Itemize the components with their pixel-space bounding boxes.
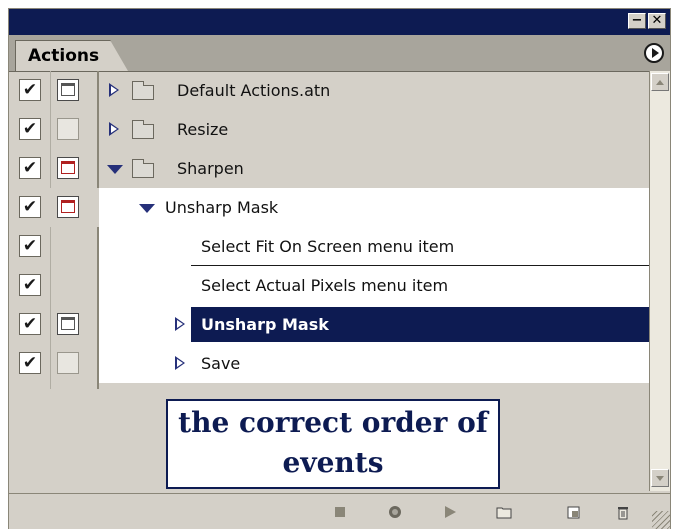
collapse-triangle-icon[interactable] (107, 165, 123, 174)
item-toggle-checkbox[interactable]: ✔ (19, 196, 41, 218)
row-content: Unsharp Mask (101, 305, 649, 344)
item-toggle-checkbox[interactable]: ✔ (19, 157, 41, 179)
panel-titlebar: − ✕ (9, 9, 670, 35)
row-content: Select Fit On Screen menu item (101, 227, 649, 266)
command-label: Unsharp Mask (201, 315, 329, 334)
list-item[interactable]: ✔ Unsharp Mask (9, 188, 649, 227)
item-toggle-checkbox[interactable]: ✔ (19, 274, 41, 296)
panel-menu-icon[interactable] (644, 43, 664, 63)
new-set-icon[interactable] (496, 504, 512, 520)
list-item[interactable]: ✔ Resize (9, 110, 649, 149)
item-toggle-checkbox[interactable]: ✔ (19, 313, 41, 335)
folder-icon (132, 120, 154, 139)
command-label: Select Fit On Screen menu item (201, 237, 455, 256)
dialog-toggle-icon[interactable] (57, 79, 79, 101)
scroll-down-button[interactable] (651, 469, 669, 487)
record-icon[interactable] (387, 504, 403, 520)
list-item[interactable]: ✔ Save (9, 344, 649, 383)
row-content: Resize (101, 110, 649, 149)
row-content: Default Actions.atn (101, 71, 649, 110)
set-label: Resize (177, 120, 229, 139)
dialog-toggle-icon[interactable] (57, 196, 79, 218)
set-label: Default Actions.atn (177, 81, 331, 100)
dialog-toggle-icon[interactable] (57, 352, 79, 374)
tab-edge (110, 40, 128, 71)
folder-icon (132, 159, 154, 178)
row-content: Sharpen (101, 149, 649, 188)
collapse-triangle-icon[interactable] (139, 204, 155, 213)
scroll-up-button[interactable] (651, 73, 669, 91)
expand-triangle-icon[interactable] (109, 83, 119, 97)
stop-icon[interactable] (332, 504, 348, 520)
tab-actions-label: Actions (28, 46, 100, 66)
command-label: Select Actual Pixels menu item (201, 276, 449, 295)
delete-icon[interactable] (615, 504, 631, 520)
item-toggle-checkbox[interactable]: ✔ (19, 118, 41, 140)
command-label: Save (201, 354, 241, 373)
tab-strip: Actions (9, 35, 670, 72)
list-item[interactable]: ✔ Select Fit On Screen menu item (9, 227, 649, 266)
expand-triangle-icon[interactable] (109, 122, 119, 136)
close-button[interactable]: ✕ (648, 13, 666, 29)
item-toggle-checkbox[interactable]: ✔ (19, 352, 41, 374)
dialog-toggle-icon[interactable] (57, 118, 79, 140)
annotation-line-2: events (282, 446, 384, 479)
bottom-toolbar (9, 493, 670, 529)
new-action-icon[interactable] (566, 504, 582, 520)
play-icon[interactable] (442, 504, 458, 520)
tab-actions[interactable]: Actions (15, 40, 111, 71)
resize-grip-icon[interactable] (652, 511, 670, 529)
dialog-toggle-icon[interactable] (57, 313, 79, 335)
actions-panel: − ✕ Actions ✔ Default Actions.atn ✔ Resi… (8, 8, 671, 529)
action-label: Unsharp Mask (165, 198, 279, 217)
list-item[interactable]: ✔ Unsharp Mask (9, 305, 649, 344)
dialog-toggle-icon[interactable] (57, 157, 79, 179)
row-content: Select Actual Pixels menu item (101, 266, 649, 305)
row-content: Save (101, 344, 649, 383)
vertical-scrollbar[interactable] (649, 71, 670, 491)
expand-triangle-icon[interactable] (175, 356, 185, 370)
expand-triangle-icon[interactable] (175, 317, 185, 331)
minimize-button[interactable]: − (628, 13, 646, 29)
item-toggle-checkbox[interactable]: ✔ (19, 235, 41, 257)
actions-list: ✔ Default Actions.atn ✔ Resize ✔ Sharpen… (9, 71, 649, 389)
list-item[interactable]: ✔ Select Actual Pixels menu item (9, 266, 649, 305)
set-label: Sharpen (177, 159, 244, 178)
row-content: Unsharp Mask (101, 188, 649, 227)
item-toggle-checkbox[interactable]: ✔ (19, 79, 41, 101)
folder-icon (132, 81, 154, 100)
annotation-line-1: the correct order of (178, 406, 488, 439)
list-item[interactable]: ✔ Sharpen (9, 149, 649, 188)
list-item[interactable]: ✔ Default Actions.atn (9, 71, 649, 110)
annotation-callout: the correct order of events (166, 399, 500, 489)
